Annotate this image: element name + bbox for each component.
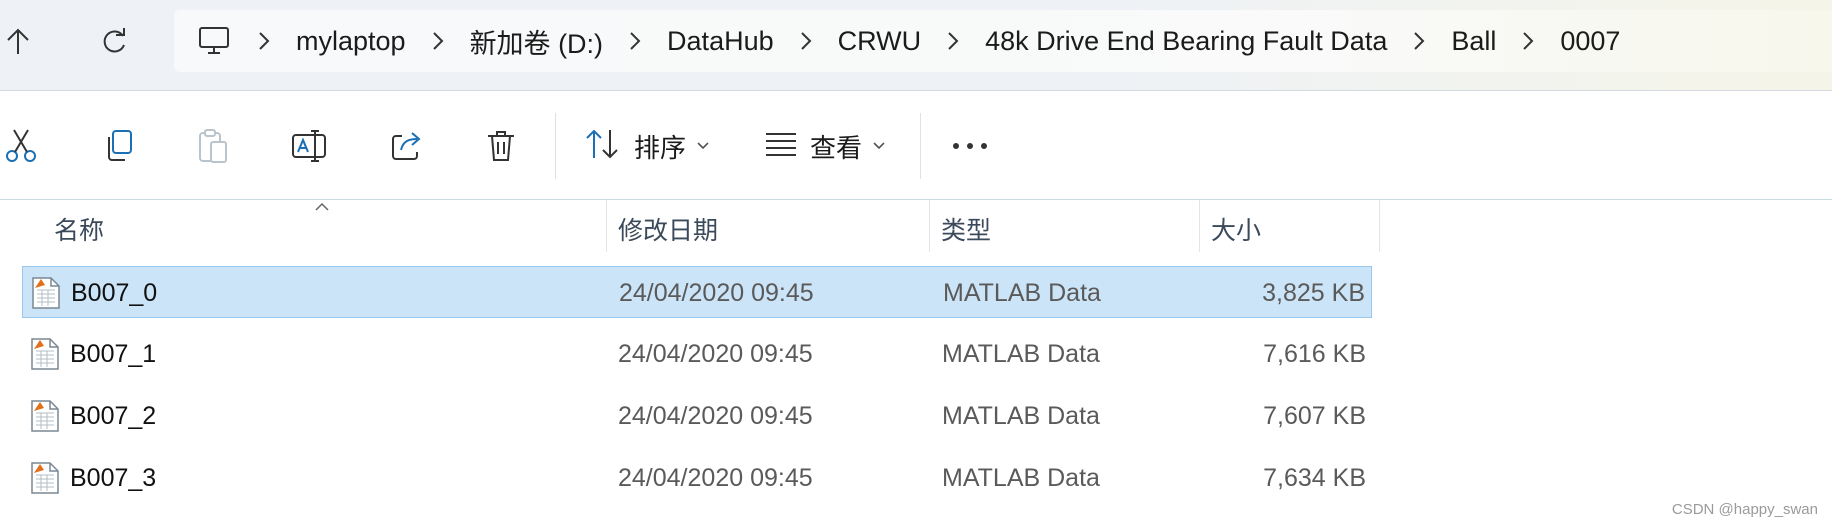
column-header-type[interactable]: 类型 bbox=[941, 200, 991, 258]
file-type: MATLAB Data bbox=[942, 401, 1100, 430]
view-label: 查看 bbox=[810, 132, 863, 163]
chevron-right-icon[interactable] bbox=[1393, 31, 1445, 51]
breadcrumb: mylaptop 新加卷 (D:) DataHub CRWU 48k Drive… bbox=[238, 10, 1620, 72]
chevron-right-icon[interactable] bbox=[780, 31, 832, 51]
view-button[interactable]: 查看 bbox=[764, 121, 886, 171]
file-row[interactable]: B007_3 24/04/2020 09:45 MATLAB Data 7,63… bbox=[22, 452, 1372, 504]
matlab-file-icon bbox=[30, 399, 60, 433]
delete-icon[interactable] bbox=[476, 121, 526, 171]
breadcrumb-item-mylaptop[interactable]: mylaptop bbox=[290, 26, 412, 57]
column-divider[interactable] bbox=[929, 200, 930, 252]
paste-icon[interactable] bbox=[188, 121, 238, 171]
chevron-down-icon bbox=[696, 141, 710, 151]
toolbar-divider bbox=[920, 113, 921, 179]
breadcrumb-item-crwu[interactable]: CRWU bbox=[832, 26, 928, 57]
sort-ascending-icon bbox=[314, 200, 330, 218]
cut-icon[interactable] bbox=[0, 121, 46, 171]
chevron-right-icon[interactable] bbox=[1502, 31, 1554, 51]
sort-button[interactable]: 排序 bbox=[584, 121, 710, 171]
rename-icon[interactable] bbox=[284, 121, 334, 171]
column-divider[interactable] bbox=[1379, 200, 1380, 252]
breadcrumb-item-0007[interactable]: 0007 bbox=[1554, 26, 1620, 57]
chevron-right-icon[interactable] bbox=[238, 31, 290, 51]
share-icon[interactable] bbox=[382, 121, 432, 171]
file-name: B007_2 bbox=[70, 401, 157, 430]
file-type: MATLAB Data bbox=[943, 278, 1101, 307]
column-header-modified[interactable]: 修改日期 bbox=[618, 200, 718, 258]
sort-label: 排序 bbox=[634, 132, 687, 163]
address-bar[interactable]: mylaptop 新加卷 (D:) DataHub CRWU 48k Drive… bbox=[174, 10, 1832, 72]
chevron-down-icon bbox=[872, 141, 886, 151]
breadcrumb-item-48k-drive-end[interactable]: 48k Drive End Bearing Fault Data bbox=[979, 26, 1393, 57]
command-bar: 排序 查看 bbox=[0, 91, 1832, 200]
breadcrumb-item-ball[interactable]: Ball bbox=[1445, 26, 1502, 57]
breadcrumb-item-drive[interactable]: 新加卷 (D:) bbox=[464, 22, 609, 61]
file-name: B007_0 bbox=[71, 278, 158, 307]
toolbar-divider bbox=[555, 113, 556, 179]
file-row[interactable]: B007_2 24/04/2020 09:45 MATLAB Data 7,60… bbox=[22, 390, 1372, 442]
column-divider[interactable] bbox=[1199, 200, 1200, 252]
navigation-bar: mylaptop 新加卷 (D:) DataHub CRWU 48k Drive… bbox=[0, 0, 1832, 91]
file-modified: 24/04/2020 09:45 bbox=[618, 339, 813, 368]
file-size: 7,634 KB bbox=[1263, 463, 1366, 492]
file-size: 3,825 KB bbox=[1262, 278, 1365, 307]
up-arrow-icon[interactable] bbox=[0, 18, 42, 66]
file-modified: 24/04/2020 09:45 bbox=[618, 401, 813, 430]
column-header-size[interactable]: 大小 bbox=[1211, 200, 1261, 258]
chevron-right-icon[interactable] bbox=[927, 31, 979, 51]
file-size: 7,616 KB bbox=[1263, 339, 1366, 368]
file-size: 7,607 KB bbox=[1263, 401, 1366, 430]
file-type: MATLAB Data bbox=[942, 463, 1100, 492]
file-name: B007_3 bbox=[70, 463, 157, 492]
matlab-file-icon bbox=[31, 276, 61, 310]
sort-icon bbox=[584, 128, 622, 165]
breadcrumb-item-datahub[interactable]: DataHub bbox=[661, 26, 780, 57]
column-header-name[interactable]: 名称 bbox=[54, 200, 104, 258]
copy-icon[interactable] bbox=[94, 121, 144, 171]
chevron-right-icon[interactable] bbox=[609, 31, 661, 51]
refresh-icon[interactable] bbox=[90, 18, 138, 66]
matlab-file-icon bbox=[30, 461, 60, 495]
more-options-icon[interactable] bbox=[945, 121, 995, 171]
file-modified: 24/04/2020 09:45 bbox=[618, 463, 813, 492]
column-headers: 名称 修改日期 类型 大小 bbox=[0, 200, 1832, 260]
file-row[interactable]: B007_1 24/04/2020 09:45 MATLAB Data 7,61… bbox=[22, 328, 1372, 380]
computer-icon[interactable] bbox=[190, 17, 238, 65]
chevron-right-icon[interactable] bbox=[412, 31, 464, 51]
file-type: MATLAB Data bbox=[942, 339, 1100, 368]
file-name: B007_1 bbox=[70, 339, 157, 368]
file-row[interactable]: B007_0 24/04/2020 09:45 MATLAB Data 3,82… bbox=[22, 266, 1372, 318]
column-divider[interactable] bbox=[606, 200, 607, 252]
matlab-file-icon bbox=[30, 337, 60, 371]
watermark: CSDN @happy_swan bbox=[1671, 501, 1818, 518]
file-modified: 24/04/2020 09:45 bbox=[619, 278, 814, 307]
view-list-icon bbox=[764, 131, 798, 162]
